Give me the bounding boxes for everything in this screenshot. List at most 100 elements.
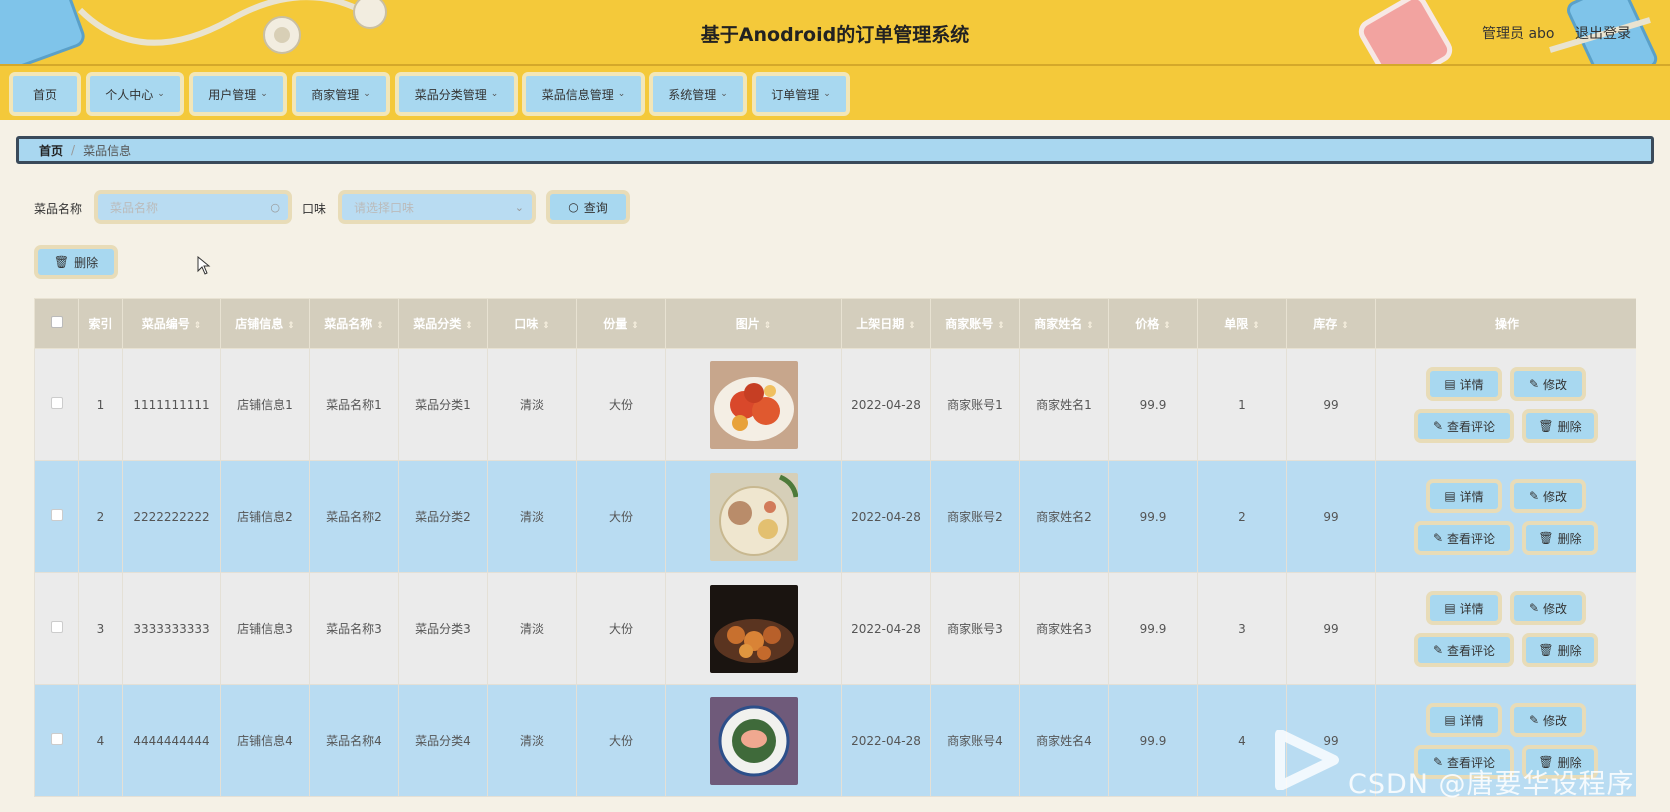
row-checkbox-cell[interactable] [34, 572, 79, 685]
sort-icon[interactable]: ⇕ [908, 321, 916, 331]
row-checkbox[interactable] [50, 733, 63, 745]
detail-button[interactable]: ▤ 详情 [1426, 367, 1502, 401]
edit-button[interactable]: ✎ 修改 [1510, 479, 1586, 513]
col-header[interactable]: 上架日期 ⇕ [841, 298, 931, 349]
edit-label: 修改 [1543, 489, 1568, 504]
nav-item-orders[interactable]: 订单管理 ⌄ [752, 72, 850, 116]
cell-limit: 1 [1197, 348, 1287, 461]
row-checkbox[interactable] [50, 621, 63, 633]
cell-stock: 99 [1286, 572, 1376, 685]
view-comments-button[interactable]: ✎ 查看评论 [1414, 633, 1514, 667]
delete-button[interactable]: 🗑 删除 [1522, 521, 1598, 555]
col-header-label: 商家姓名 [1034, 317, 1083, 331]
dish-name-input[interactable]: 菜品名称 ○ [94, 190, 292, 224]
nav-item-personal-center[interactable]: 个人中心 ⌄ [86, 72, 184, 116]
cell-price: 99.9 [1108, 572, 1198, 685]
sort-icon[interactable]: ⇕ [542, 321, 550, 331]
row-checkbox[interactable] [50, 397, 63, 409]
cell-date: 2022-04-28 [841, 460, 931, 573]
row-checkbox[interactable] [50, 509, 63, 521]
chevron-down-icon: ⌄ [490, 89, 499, 99]
edit-button[interactable]: ✎ 修改 [1510, 591, 1586, 625]
col-header[interactable]: 菜品编号 ⇕ [122, 298, 221, 349]
row-checkbox-cell[interactable] [34, 348, 79, 461]
logout-link[interactable]: 退出登录 [1575, 23, 1631, 43]
sort-icon[interactable]: ⇕ [997, 321, 1005, 331]
col-header[interactable]: 菜品名称 ⇕ [309, 298, 399, 349]
sort-icon[interactable]: ⇕ [631, 321, 639, 331]
chevron-down-icon: ⌄ [363, 89, 371, 99]
nav-item-dish-categories[interactable]: 菜品分类管理 ⌄ [395, 72, 518, 116]
trash-icon: 🗑 [1538, 419, 1554, 433]
view-comments-button[interactable]: ✎ 查看评论 [1414, 409, 1514, 443]
cell-category: 菜品分类4 [398, 684, 488, 797]
breadcrumb-home[interactable]: 首页 [39, 142, 63, 159]
col-header[interactable]: 份量 ⇕ [576, 298, 666, 349]
nav-item-users[interactable]: 用户管理 ⌄ [189, 72, 287, 116]
cell-category: 菜品分类1 [398, 348, 488, 461]
sort-icon[interactable]: ⇕ [465, 321, 473, 331]
edit-button[interactable]: ✎ 修改 [1510, 367, 1586, 401]
row-checkbox-cell[interactable] [34, 460, 79, 573]
col-header[interactable]: 菜品分类 ⇕ [398, 298, 488, 349]
sort-icon[interactable]: ⇕ [287, 321, 295, 331]
delete-label: 删除 [1557, 419, 1582, 434]
detail-button[interactable]: ▤ 详情 [1426, 591, 1502, 625]
cell-name: 菜品名称4 [309, 684, 399, 797]
cell-category: 菜品分类3 [398, 572, 488, 685]
dish-name-placeholder: 菜品名称 [110, 200, 159, 215]
sort-icon[interactable]: ⇕ [1086, 321, 1094, 331]
nav-item-home[interactable]: 首页 [9, 72, 81, 116]
col-header[interactable]: 口味 ⇕ [487, 298, 577, 349]
col-header-label: 价格 [1135, 317, 1160, 331]
col-header[interactable]: 价格 ⇕ [1108, 298, 1198, 349]
delete-button[interactable]: 🗑 删除 [1522, 409, 1598, 443]
cell-image [665, 684, 842, 797]
nav-item-dish-info[interactable]: 菜品信息管理 ⌄ [522, 72, 645, 116]
sort-icon[interactable]: ⇕ [764, 321, 772, 331]
sort-icon[interactable]: ⇕ [194, 321, 202, 331]
chevron-down-icon: ⌄ [823, 89, 831, 99]
cell-portion: 大份 [576, 460, 666, 573]
edit-button[interactable]: ✎ 修改 [1510, 703, 1586, 737]
dish-image [709, 472, 798, 561]
cell-image [665, 572, 842, 685]
search-icon: ○ [568, 200, 579, 214]
select-all-cell[interactable] [34, 298, 79, 349]
pencil-icon: ✎ [1432, 643, 1444, 657]
cell-account: 商家账号2 [930, 460, 1020, 573]
dish-table: 索引 菜品编号 ⇕ 店铺信息 ⇕ 菜品名称 ⇕ 菜品分类 ⇕ 口味 ⇕ 份量 ⇕ 图片 ⇕ 上… [34, 298, 1636, 812]
edit-label: 修改 [1543, 713, 1568, 728]
comments-label: 查看评论 [1447, 419, 1496, 434]
col-header-label: 库存 [1313, 317, 1338, 331]
query-button[interactable]: ○ 查询 [546, 190, 630, 224]
col-header: 索引 [78, 298, 123, 349]
sort-icon[interactable]: ⇕ [1341, 321, 1349, 331]
document-icon: ▤ [1444, 377, 1456, 391]
detail-button[interactable]: ▤ 详情 [1426, 479, 1502, 513]
taste-select[interactable]: 请选择口味 ⌄ [338, 190, 536, 224]
col-header[interactable]: 库存 ⇕ [1286, 298, 1376, 349]
col-header-label: 商家账号 [945, 317, 994, 331]
pencil-icon: ✎ [1528, 489, 1540, 503]
col-header[interactable]: 单限 ⇕ [1197, 298, 1287, 349]
sort-icon[interactable]: ⇕ [1163, 321, 1171, 331]
nav-item-system[interactable]: 系统管理 ⌄ [649, 72, 747, 116]
cell-taste: 清淡 [487, 684, 577, 797]
col-header[interactable]: 商家姓名 ⇕ [1019, 298, 1109, 349]
cell-account: 商家账号3 [930, 572, 1020, 685]
select-all-checkbox[interactable] [50, 316, 63, 328]
col-header[interactable]: 店铺信息 ⇕ [220, 298, 310, 349]
sort-icon[interactable]: ⇕ [376, 321, 384, 331]
row-checkbox-cell[interactable] [34, 684, 79, 797]
col-header[interactable]: 图片 ⇕ [665, 298, 842, 349]
view-comments-button[interactable]: ✎ 查看评论 [1414, 521, 1514, 555]
nav-item-merchants[interactable]: 商家管理 ⌄ [292, 72, 390, 116]
delete-button[interactable]: 🗑 删除 [1522, 633, 1598, 667]
batch-delete-button[interactable]: 🗑 删除 [34, 245, 118, 279]
sort-icon[interactable]: ⇕ [1252, 321, 1260, 331]
col-header[interactable]: 商家账号 ⇕ [930, 298, 1020, 349]
watermark-text: CSDN @唐要华设程序 [1348, 769, 1635, 800]
detail-button[interactable]: ▤ 详情 [1426, 703, 1502, 737]
nav-item-label: 商家管理 [311, 87, 360, 102]
